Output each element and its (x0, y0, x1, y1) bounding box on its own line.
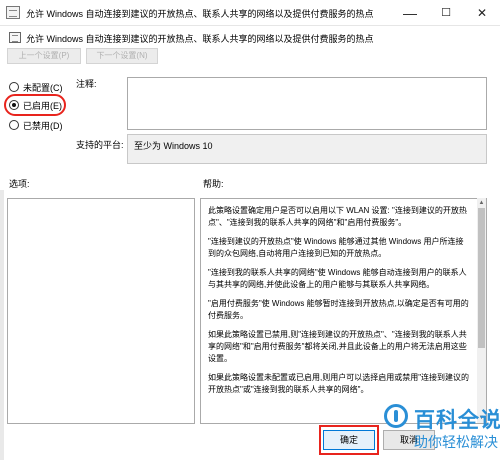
close-button[interactable]: ✕ (464, 0, 500, 26)
options-pane (7, 198, 195, 424)
help-paragraph: "启用付费服务"使 Windows 能够暂时连接到开放热点,以确定是否有可用的付… (208, 299, 469, 320)
help-label: 帮助: (203, 179, 224, 189)
help-text: 此策略设置确定用户是否可以启用以下 WLAN 设置: "连接到建议的开放热点"、… (203, 201, 475, 421)
radio-circle (9, 120, 19, 130)
help-paragraph: "连接到建议的开放热点"使 Windows 能够通过其他 Windows 用户所… (208, 237, 464, 258)
help-paragraph: 如果此策略设置未配置或已启用,则用户可以选择启用或禁用"连接到建议的开放热点"或… (208, 373, 470, 394)
window-title: 允许 Windows 自动连接到建议的开放热点、联系人共享的网络以及提供付费服务… (26, 9, 374, 19)
radio-circle (9, 82, 19, 92)
minimize-button[interactable]: — (392, 0, 428, 26)
comment-label: 注释: (76, 79, 97, 89)
help-paragraph: 如果此策略设置已禁用,则"连接到建议的开放热点"、"连接到我的联系人共享的网络"… (208, 330, 467, 363)
options-label: 选项: (9, 179, 30, 189)
comment-textarea[interactable] (127, 77, 487, 130)
radio-label: 未配置(C) (23, 83, 63, 93)
ok-highlight-annotation (319, 425, 379, 455)
watermark-subtitle: 助你轻松解决 (414, 434, 498, 450)
watermark-logo-icon (384, 404, 408, 428)
radio-disabled[interactable]: 已禁用(D) (9, 119, 69, 133)
policy-setting-icon (9, 32, 21, 43)
supported-label: 支持的平台: (76, 140, 124, 150)
policy-title: 允许 Windows 自动连接到建议的开放热点、联系人共享的网络以及提供付费服务… (26, 34, 374, 44)
help-paragraph: "连接到我的联系人共享的网络"使 Windows 能够自动连接到用户的联系人与其… (208, 268, 467, 289)
left-edge-panel (0, 190, 4, 460)
radio-not-configured[interactable]: 未配置(C) (9, 81, 69, 95)
maximize-button[interactable]: ☐ (428, 0, 464, 26)
enabled-highlight-annotation (4, 94, 66, 116)
help-paragraph: 此策略设置确定用户是否可以启用以下 WLAN 设置: "连接到建议的开放热点"、… (208, 206, 467, 227)
help-scroll-thumb[interactable] (478, 208, 485, 348)
next-setting-button[interactable]: 下一个设置(N) (86, 48, 158, 64)
previous-setting-button[interactable]: 上一个设置(P) (7, 48, 81, 64)
scroll-up-icon[interactable]: ▲ (477, 199, 486, 208)
supported-platform-field: 至少为 Windows 10 (127, 134, 487, 164)
radio-label: 已禁用(D) (23, 121, 63, 131)
watermark-title: 百科全说 (414, 409, 500, 432)
supported-platform-value: 至少为 Windows 10 (134, 141, 213, 151)
policy-window-icon (6, 6, 20, 19)
